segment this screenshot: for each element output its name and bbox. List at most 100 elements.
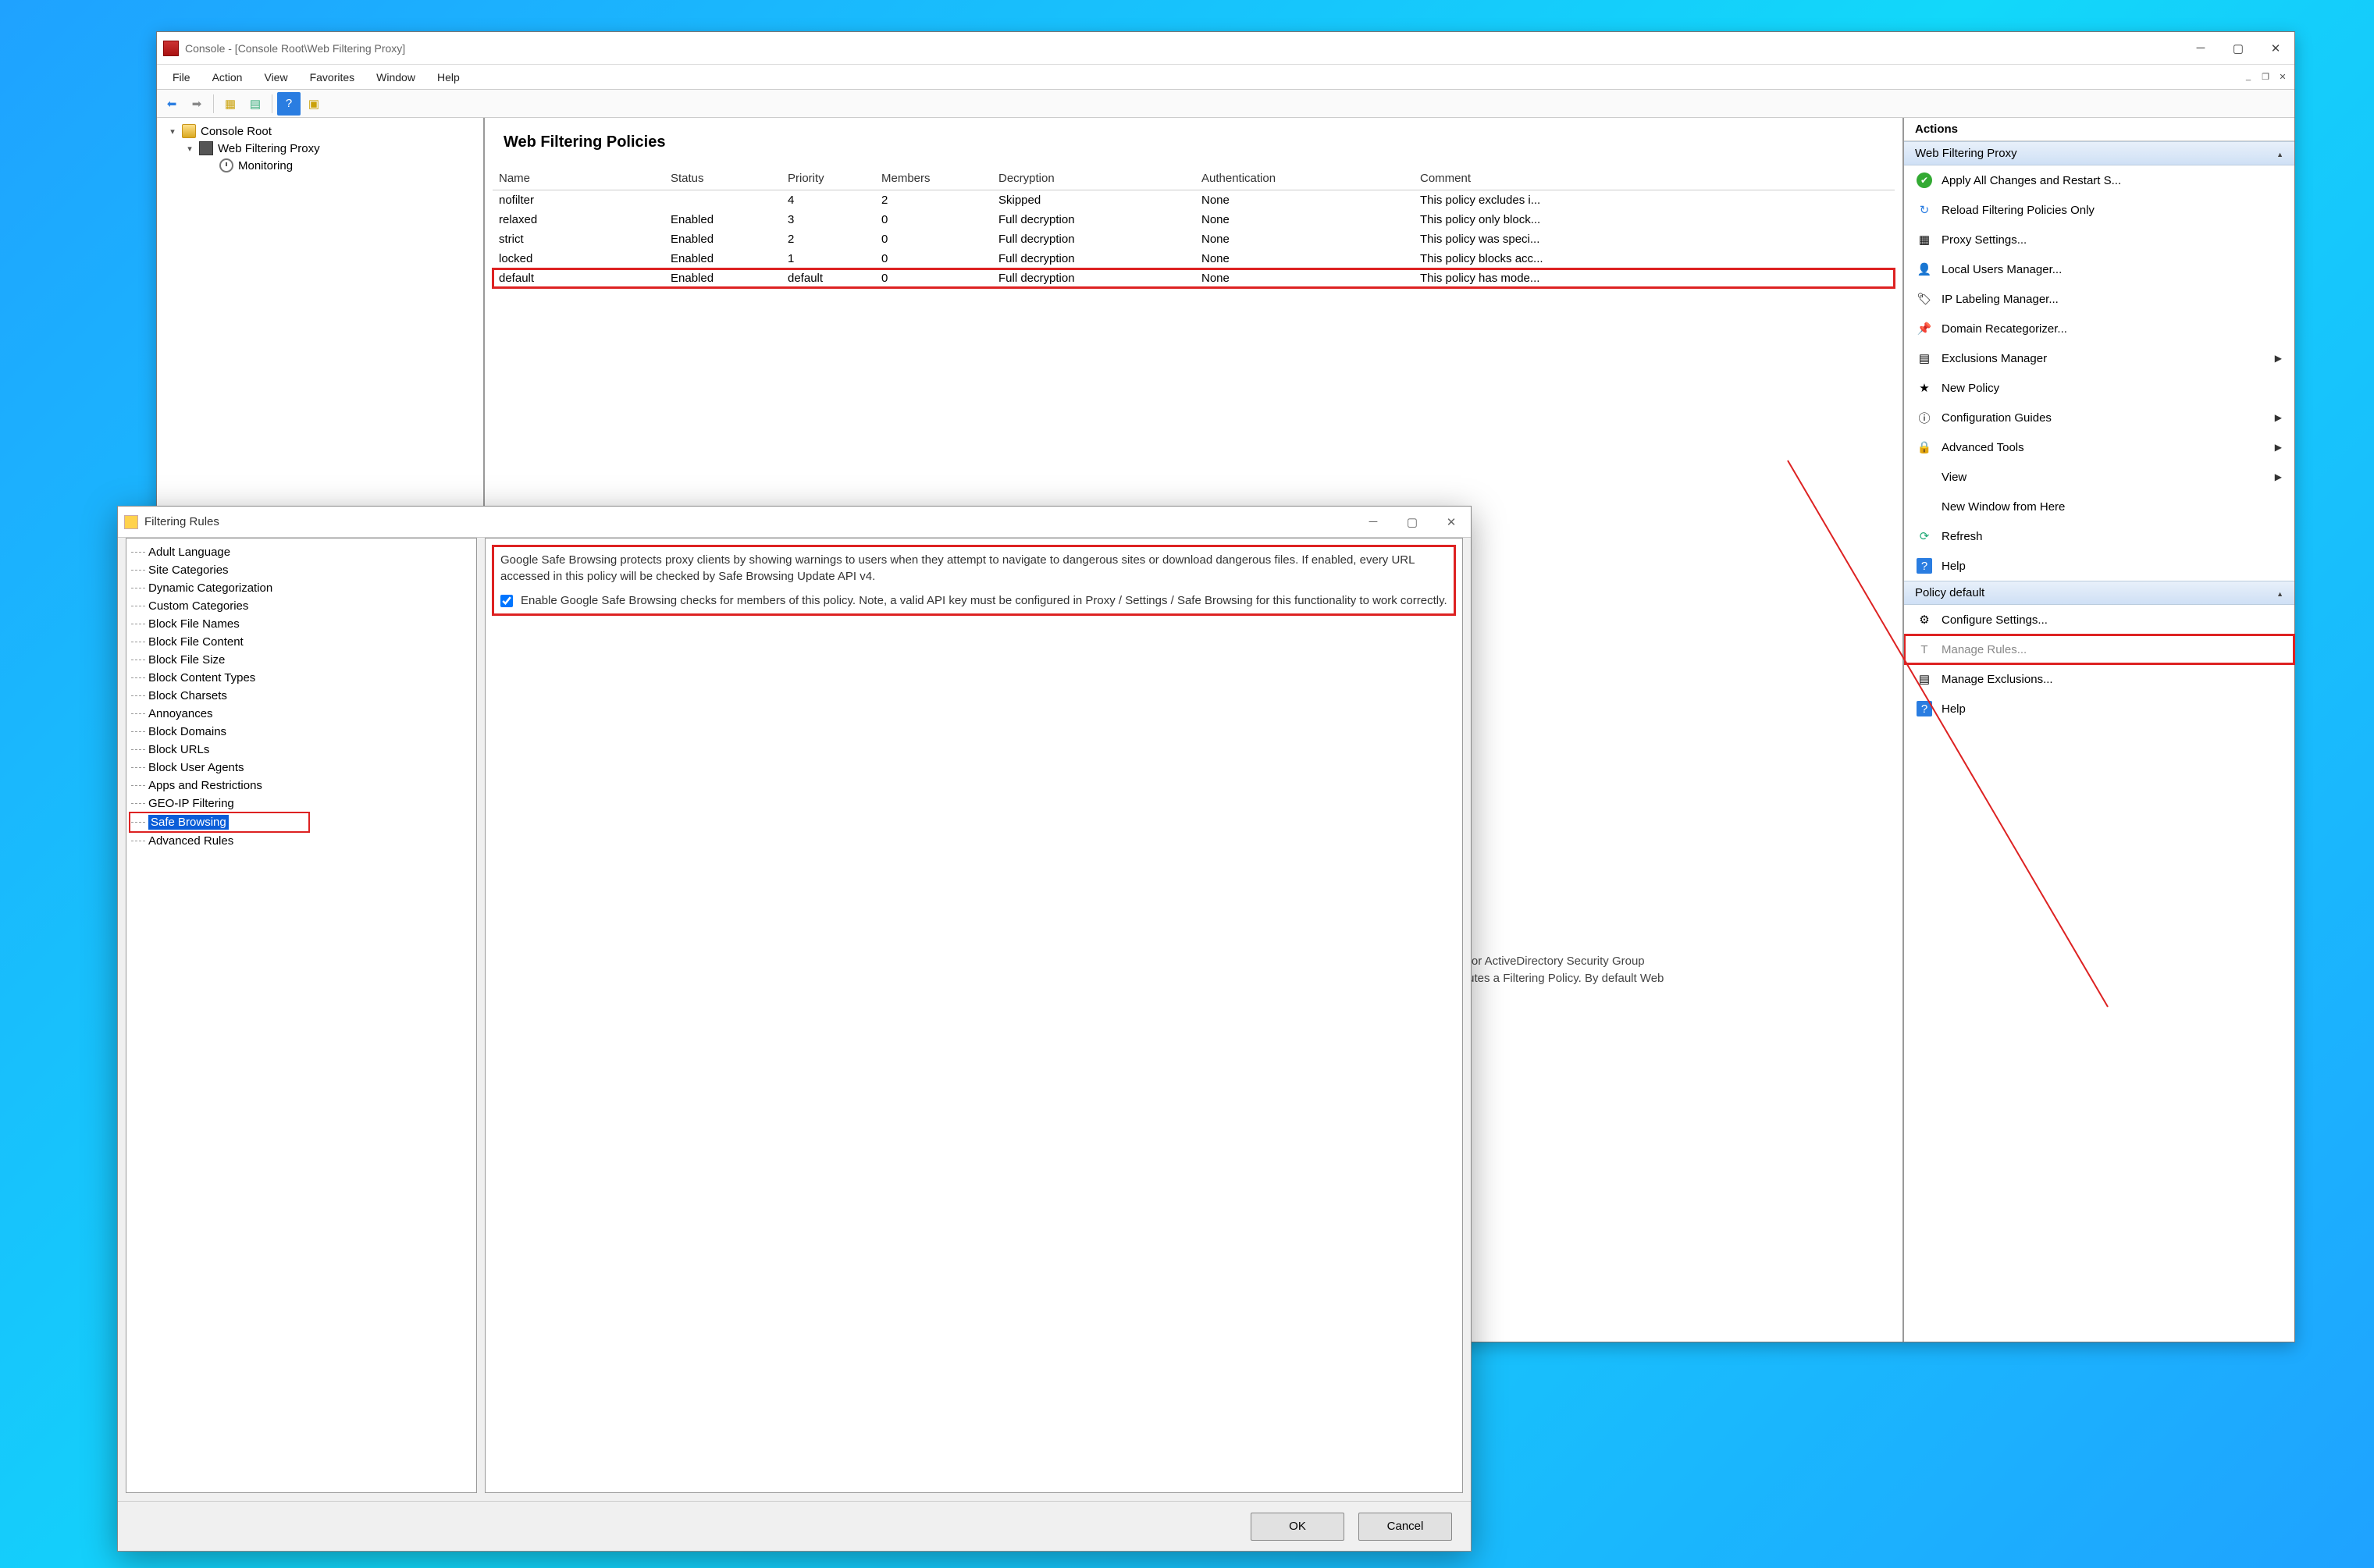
dialog-close-button[interactable]: ✕ xyxy=(1432,507,1471,538)
action-item[interactable]: ✔Apply All Changes and Restart S... xyxy=(1904,165,2294,195)
column-header[interactable]: Name xyxy=(493,167,664,190)
mdi-restore-icon[interactable]: ❐ xyxy=(2258,72,2273,82)
action-item[interactable]: 📌Domain Recategorizer... xyxy=(1904,314,2294,343)
tree-console-root[interactable]: ▾ Console Root xyxy=(165,123,475,140)
tree-web-filtering-proxy[interactable]: ▾ Web Filtering Proxy xyxy=(165,140,475,157)
cancel-button[interactable]: Cancel xyxy=(1358,1513,1452,1541)
category-item[interactable]: Dynamic Categorization xyxy=(130,579,473,597)
column-header[interactable]: Priority xyxy=(781,167,875,190)
category-item[interactable]: Block File Size xyxy=(130,651,473,669)
mdi-minimize-icon[interactable]: _ xyxy=(2241,72,2255,82)
menu-window[interactable]: Window xyxy=(365,68,426,87)
category-item[interactable]: Block Charsets xyxy=(130,687,473,705)
category-item[interactable]: Annoyances xyxy=(130,705,473,723)
category-item[interactable]: Block File Content xyxy=(130,633,473,651)
menu-action[interactable]: Action xyxy=(201,68,254,87)
action-item[interactable]: New Window from Here xyxy=(1904,492,2294,521)
policies-table[interactable]: NameStatusPriorityMembersDecryptionAuthe… xyxy=(493,167,1895,288)
category-item[interactable]: Block Content Types xyxy=(130,669,473,687)
rule-detail-pane: Google Safe Browsing protects proxy clie… xyxy=(485,538,1463,1493)
dialog-titlebar[interactable]: Filtering Rules ─ ▢ ✕ xyxy=(118,507,1471,538)
cell: None xyxy=(1195,210,1414,229)
action-item[interactable]: 🔒Advanced Tools▶ xyxy=(1904,432,2294,462)
maximize-button[interactable]: ▢ xyxy=(2219,32,2257,65)
action-item[interactable]: View▶ xyxy=(1904,462,2294,492)
action-item[interactable]: ▦Proxy Settings... xyxy=(1904,225,2294,254)
options-button[interactable]: ▣ xyxy=(302,92,326,116)
table-row[interactable]: strictEnabled20Full decryptionNoneThis p… xyxy=(493,229,1895,249)
ok-button[interactable]: OK xyxy=(1251,1513,1344,1541)
action-label: Help xyxy=(1942,702,1966,716)
tree-label: Monitoring xyxy=(238,159,293,172)
enable-safe-browsing-checkbox[interactable] xyxy=(500,595,513,607)
category-item[interactable]: Block URLs xyxy=(130,741,473,759)
column-header[interactable]: Members xyxy=(875,167,992,190)
grid-button[interactable]: ▤ xyxy=(244,92,267,116)
page-title: Web Filtering Policies xyxy=(504,133,1895,151)
help-button[interactable]: ? xyxy=(277,92,301,116)
action-item[interactable]: ⟳Refresh xyxy=(1904,521,2294,551)
action-item[interactable]: ▤Manage Exclusions... xyxy=(1904,664,2294,694)
actions-section-proxy[interactable]: Web Filtering Proxy xyxy=(1904,141,2294,165)
table-row[interactable]: nofilter42SkippedNoneThis policy exclude… xyxy=(493,190,1895,211)
cell: This policy has mode... xyxy=(1414,268,1895,288)
chevron-down-icon[interactable]: ▾ xyxy=(185,144,194,154)
action-item[interactable]: 👤Local Users Manager... xyxy=(1904,254,2294,284)
minimize-button[interactable]: ─ xyxy=(2182,32,2219,65)
actions-pane: Actions Web Filtering Proxy ✔Apply All C… xyxy=(1904,118,2294,1342)
action-item[interactable]: ⚙Configure Settings... xyxy=(1904,605,2294,635)
dialog-maximize-button[interactable]: ▢ xyxy=(1393,507,1432,538)
forward-button[interactable]: ➡ xyxy=(185,92,208,116)
checkbox-label[interactable]: Enable Google Safe Browsing checks for m… xyxy=(521,592,1447,609)
show-hide-tree-button[interactable]: ▦ xyxy=(219,92,242,116)
filtering-rules-dialog: Filtering Rules ─ ▢ ✕ Adult LanguageSite… xyxy=(117,506,1472,1552)
tree-monitoring[interactable]: Monitoring xyxy=(165,157,475,174)
cell: nofilter xyxy=(493,190,664,211)
column-header[interactable]: Authentication xyxy=(1195,167,1414,190)
collapse-icon[interactable] xyxy=(2276,147,2283,160)
column-header[interactable]: Decryption xyxy=(992,167,1195,190)
action-item[interactable]: ?Help xyxy=(1904,694,2294,724)
category-item[interactable]: Block File Names xyxy=(130,615,473,633)
column-header[interactable]: Comment xyxy=(1414,167,1895,190)
menu-help[interactable]: Help xyxy=(426,68,471,87)
category-item[interactable]: Safe Browsing xyxy=(130,812,309,832)
tag-icon: 🏷 xyxy=(1917,291,1932,307)
actions-section-policy[interactable]: Policy default xyxy=(1904,581,2294,605)
rule-category-list[interactable]: Adult LanguageSite CategoriesDynamic Cat… xyxy=(126,538,477,1493)
menu-file[interactable]: File xyxy=(162,68,201,87)
safe-browsing-description-box: Google Safe Browsing protects proxy clie… xyxy=(492,545,1456,616)
table-row[interactable]: lockedEnabled10Full decryptionNoneThis p… xyxy=(493,249,1895,268)
action-item[interactable]: ↻Reload Filtering Policies Only xyxy=(1904,195,2294,225)
category-item[interactable]: Block Domains xyxy=(130,723,473,741)
table-row[interactable]: defaultEnableddefault0Full decryptionNon… xyxy=(493,268,1895,288)
category-item[interactable]: Apps and Restrictions xyxy=(130,777,473,795)
dialog-minimize-button[interactable]: ─ xyxy=(1354,507,1393,538)
category-item[interactable]: Adult Language xyxy=(130,543,473,561)
action-item[interactable]: ?Help xyxy=(1904,551,2294,581)
action-item[interactable]: ★New Policy xyxy=(1904,373,2294,403)
menu-view[interactable]: View xyxy=(253,68,298,87)
action-item[interactable]: ▤Exclusions Manager▶ xyxy=(1904,343,2294,373)
cell: Full decryption xyxy=(992,268,1195,288)
category-item[interactable]: Block User Agents xyxy=(130,759,473,777)
menu-favorites[interactable]: Favorites xyxy=(299,68,366,87)
mdi-close-icon[interactable]: ✕ xyxy=(2276,72,2290,82)
main-titlebar[interactable]: Console - [Console Root\Web Filtering Pr… xyxy=(157,32,2294,65)
table-row[interactable]: relaxedEnabled30Full decryptionNoneThis … xyxy=(493,210,1895,229)
action-item[interactable]: TManage Rules... xyxy=(1904,635,2294,664)
action-item[interactable]: 🏷IP Labeling Manager... xyxy=(1904,284,2294,314)
cell: Full decryption xyxy=(992,210,1195,229)
action-item[interactable]: ⓘConfiguration Guides▶ xyxy=(1904,403,2294,432)
category-item[interactable]: GEO-IP Filtering xyxy=(130,795,473,812)
back-button[interactable]: ⬅ xyxy=(160,92,183,116)
column-header[interactable]: Status xyxy=(664,167,781,190)
category-item[interactable]: Advanced Rules xyxy=(130,832,473,850)
category-label: Annoyances xyxy=(148,707,213,720)
grid-icon: ▦ xyxy=(1917,232,1932,247)
category-item[interactable]: Custom Categories xyxy=(130,597,473,615)
category-item[interactable]: Site Categories xyxy=(130,561,473,579)
chevron-down-icon[interactable]: ▾ xyxy=(168,126,177,137)
close-button[interactable]: ✕ xyxy=(2257,32,2294,65)
collapse-icon[interactable] xyxy=(2276,586,2283,599)
